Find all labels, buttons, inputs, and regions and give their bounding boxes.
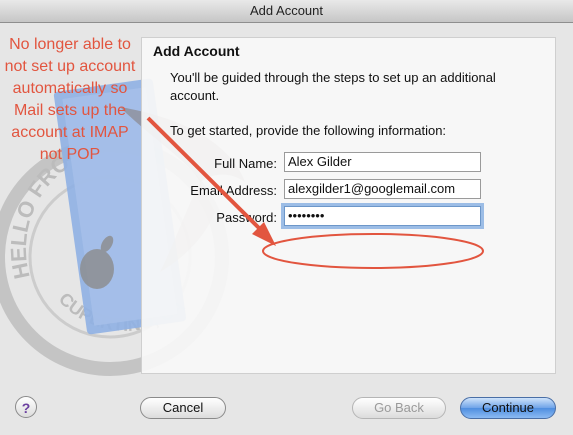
help-button[interactable]: ?: [15, 396, 37, 418]
annotation-arrow: [146, 116, 270, 239]
continue-button[interactable]: Continue: [460, 397, 556, 419]
go-back-button[interactable]: Go Back: [352, 397, 446, 419]
annotation-ellipse: [262, 233, 484, 269]
cancel-button[interactable]: Cancel: [140, 397, 226, 419]
annotation-overlay: [146, 116, 484, 269]
